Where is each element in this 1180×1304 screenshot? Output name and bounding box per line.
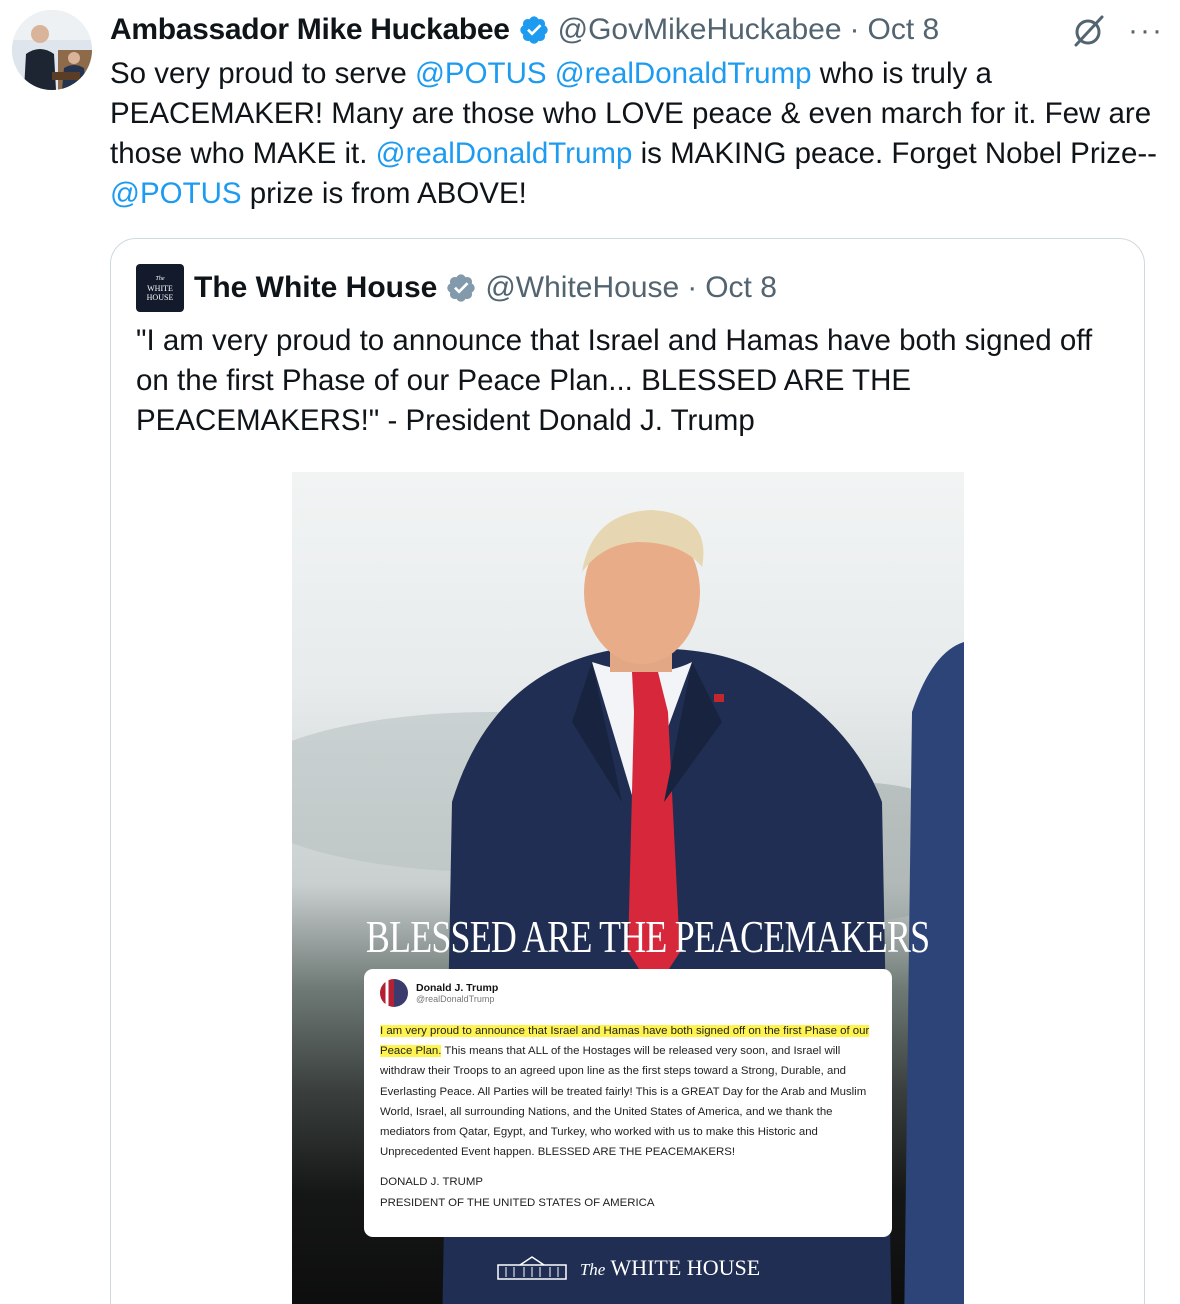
separator-dot: · xyxy=(849,13,860,46)
verified-badge-icon xyxy=(519,16,548,44)
quoted-tweet-text: "I am very proud to announce that Israel… xyxy=(136,324,1093,437)
quoted-tweet[interactable]: The WHITE HOUSE The White House @WhiteHo… xyxy=(110,238,1145,1304)
card-signature: DONALD J. TRUMP PRESIDENT OF THE UNITED … xyxy=(380,1172,876,1212)
tweet-text: So very proud to serve @POTUS @realDonal… xyxy=(110,54,1165,214)
tweet-top-actions: ··· xyxy=(1072,14,1164,48)
quoted-tweet-date[interactable]: Oct 8 xyxy=(705,271,777,305)
logo-text-line-2: WHITE xyxy=(147,283,173,293)
quoted-separator-dot: · xyxy=(687,271,698,304)
white-house-building-icon xyxy=(497,1256,567,1280)
tweet-text-segment: is MAKING peace. Forget Nobel Prize-- xyxy=(632,137,1158,170)
white-house-avatar[interactable]: The WHITE HOUSE xyxy=(136,264,184,312)
mention-link[interactable]: @POTUS xyxy=(110,177,242,210)
author-avatar[interactable] xyxy=(12,10,92,90)
grok-icon[interactable] xyxy=(1072,14,1106,48)
footer-prefix: The xyxy=(579,1260,606,1279)
government-verified-badge-icon xyxy=(447,274,476,302)
card-body-text: This means that ALL of the Hostages will… xyxy=(380,1045,867,1159)
author-handle[interactable]: @GovMikeHuckabee xyxy=(558,13,842,47)
card-author-handle: @realDonaldTrump xyxy=(416,994,495,1004)
tweet-text-segment xyxy=(547,57,555,90)
quoted-author-handle[interactable]: @WhiteHouse xyxy=(485,271,679,305)
truth-social-post-card: Donald J. Trump @realDonaldTrump I am ve… xyxy=(364,969,892,1237)
mention-link[interactable]: @POTUS xyxy=(415,57,547,90)
tweet-text-segment: prize is from ABOVE! xyxy=(241,177,527,210)
tweet-date[interactable]: Oct 8 xyxy=(868,13,940,47)
card-sign-name: DONALD J. TRUMP xyxy=(380,1176,483,1189)
tweet-text-segment: So very proud to serve xyxy=(110,57,415,90)
quoted-author-name[interactable]: The White House xyxy=(194,271,437,305)
author-name[interactable]: Ambassador Mike Huckabee xyxy=(110,13,510,47)
more-options-icon[interactable]: ··· xyxy=(1128,16,1164,46)
mention-link[interactable]: @realDonaldTrump xyxy=(376,137,633,170)
avatar-photo xyxy=(12,10,92,90)
logo-text-line-3: HOUSE xyxy=(146,292,174,302)
logo-text-line-1: The xyxy=(155,275,165,282)
card-avatar xyxy=(380,979,408,1007)
tweet-header: Ambassador Mike Huckabee @GovMikeHuckabe… xyxy=(110,10,939,50)
card-author-name: Donald J. Trump xyxy=(416,982,499,994)
tweet[interactable]: Ambassador Mike Huckabee @GovMikeHuckabe… xyxy=(0,0,1180,1304)
card-body: I am very proud to announce that Israel … xyxy=(380,1021,876,1162)
image-headline: BLESSED ARE THE PEACEMAKERS xyxy=(365,911,930,962)
card-sign-title: PRESIDENT OF THE UNITED STATES OF AMERIC… xyxy=(380,1196,655,1209)
quoted-tweet-image[interactable]: BLESSED ARE THE PEACEMAKERS Donald J. Tr… xyxy=(292,472,964,1304)
quoted-tweet-header: The WHITE HOUSE The White House @WhiteHo… xyxy=(136,263,777,313)
footer-brand-text: WHITE HOUSE xyxy=(610,1255,761,1280)
mention-link[interactable]: @realDonaldTrump xyxy=(555,57,812,90)
white-house-footer-brand: The WHITE HOUSE xyxy=(292,1255,964,1281)
card-header: Donald J. Trump @realDonaldTrump xyxy=(380,979,876,1007)
